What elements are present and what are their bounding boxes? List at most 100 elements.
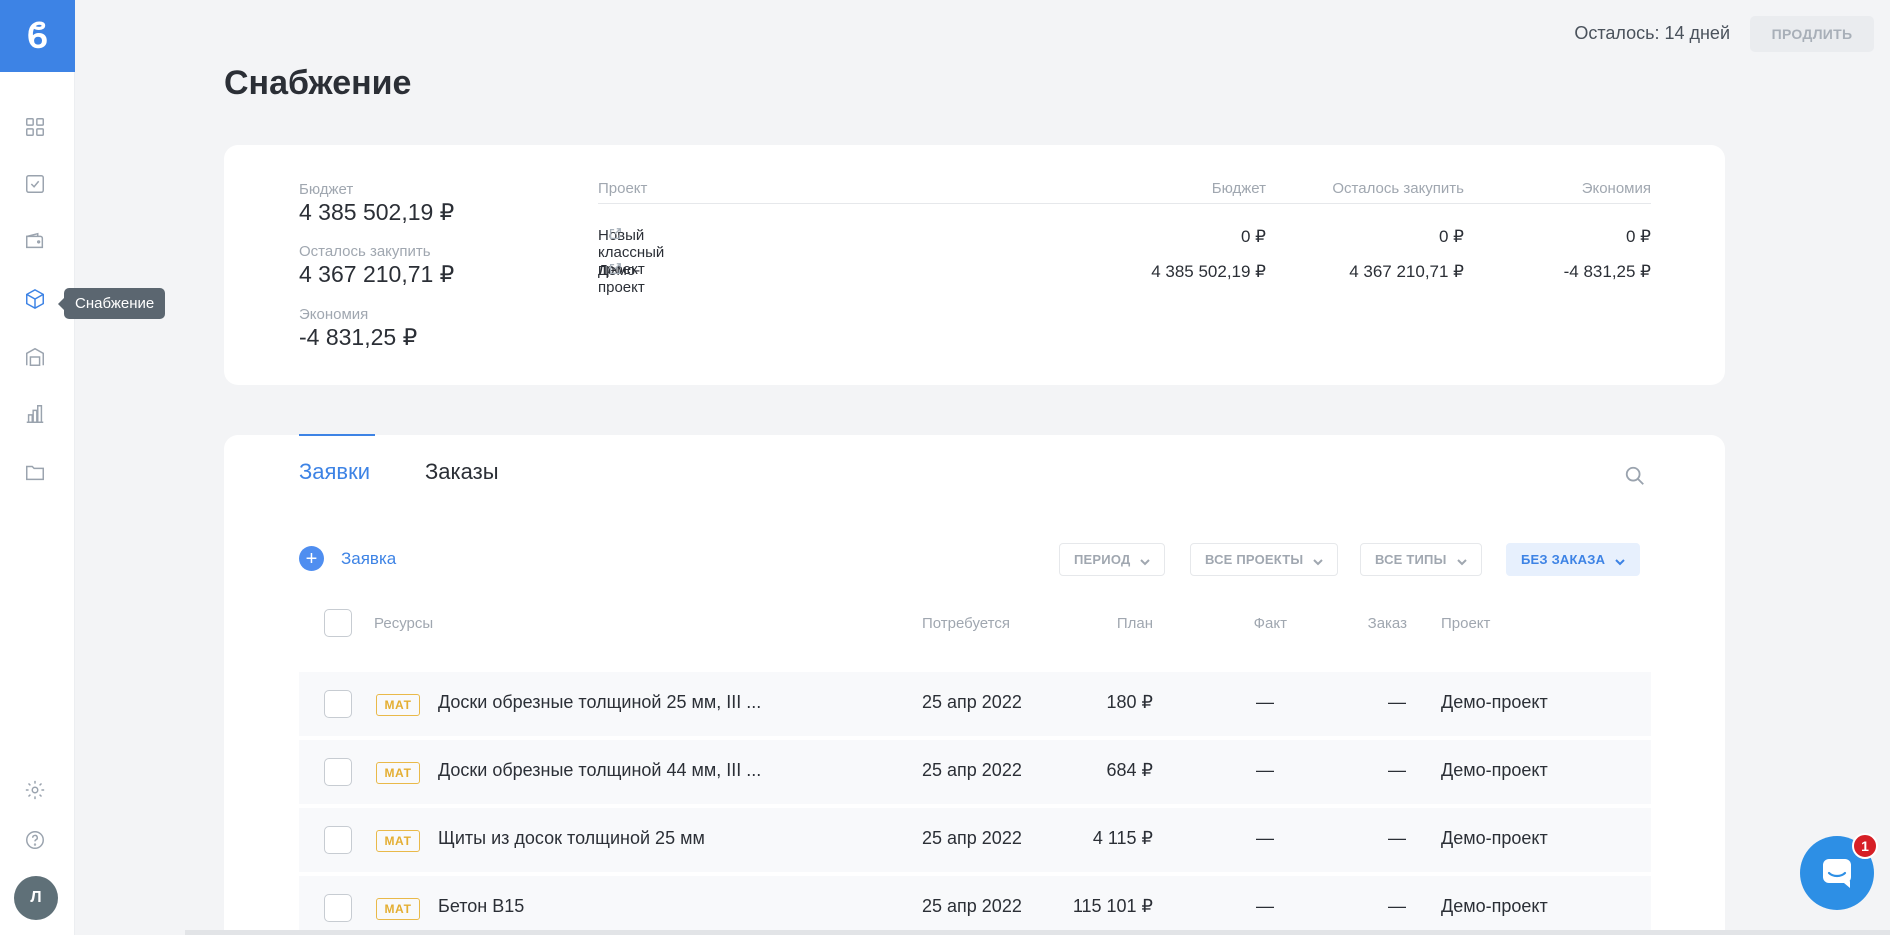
material-type-badge: МАТ <box>376 694 420 716</box>
required-date: 25 апр 2022 <box>922 896 1022 916</box>
col-project: Проект <box>598 180 648 197</box>
trial-days-left: Осталось: 14 дней <box>1574 23 1730 43</box>
projects-filter[interactable]: ВСЕ ПРОЕКТЫ <box>1190 543 1339 576</box>
savings-value: -4 831,25 ₽ <box>299 324 418 350</box>
reports-chart-icon[interactable] <box>23 402 47 426</box>
plus-icon: + <box>299 546 324 571</box>
help-question-icon[interactable] <box>23 828 47 852</box>
col-resources: Ресурсы <box>374 615 434 632</box>
material-type-badge: МАТ <box>376 830 420 852</box>
plan-value: 684 ₽ <box>1106 760 1154 780</box>
projects-table-header: Проект Бюджет Осталось закупить Экономия <box>598 180 1651 204</box>
table-row[interactable]: МАТ Щиты из досок толщиной 25 мм 25 апр … <box>299 808 1651 872</box>
remaining-value: 4 367 210,71 ₽ <box>299 261 455 287</box>
row-checkbox[interactable] <box>324 826 352 854</box>
fact-value: — <box>1256 828 1274 848</box>
summary-card: Бюджет 4 385 502,19 ₽ Осталось закупить … <box>224 145 1725 385</box>
material-type-badge: МАТ <box>376 898 420 920</box>
project-savings: -4 831,25 ₽ <box>1563 262 1651 281</box>
period-filter[interactable]: ПЕРИОД <box>1059 543 1166 576</box>
table-row[interactable]: МАТ Доски обрезные толщиной 44 мм, III .… <box>299 740 1651 804</box>
plan-value: 4 115 ₽ <box>1092 828 1153 848</box>
types-filter[interactable]: ВСЕ ТИПЫ <box>1360 543 1482 576</box>
col-required: Потребуется <box>922 615 1010 632</box>
add-request-button[interactable]: + Заявка <box>299 546 396 571</box>
col-order: Заказ <box>1367 615 1407 632</box>
material-type-badge: МАТ <box>376 762 420 784</box>
project-savings: 0 ₽ <box>1626 227 1651 246</box>
project-remaining: 4 367 210,71 ₽ <box>1349 262 1464 281</box>
table-row[interactable]: МАТ Бетон В15 25 апр 2022 115 101 ₽ — — … <box>299 876 1651 935</box>
resource-name[interactable]: Доски обрезные толщиной 44 мм, III ... <box>438 760 761 781</box>
external-link-icon[interactable] <box>608 227 622 241</box>
chevron-down-icon <box>1313 555 1324 565</box>
project-budget: 4 385 502,19 ₽ <box>1151 262 1266 281</box>
chevron-down-icon <box>1615 555 1625 565</box>
required-date: 25 апр 2022 <box>922 692 1022 712</box>
fact-value: — <box>1256 896 1274 916</box>
resource-name[interactable]: Щиты из досок толщиной 25 мм <box>438 828 705 849</box>
period-filter-label: ПЕРИОД <box>1074 552 1131 567</box>
required-date: 25 апр 2022 <box>922 828 1022 848</box>
remaining-label: Осталось закупить <box>299 243 431 260</box>
chevron-down-icon <box>1456 555 1467 565</box>
requests-card: Заявки Заказы + Заявка ПЕРИОД ВСЕ ПРОЕКТ… <box>224 434 1725 935</box>
unread-count-badge: 1 <box>1852 833 1878 859</box>
budget-label: Бюджет <box>299 181 354 198</box>
add-request-label: Заявка <box>341 548 397 568</box>
col-fact: Факт <box>1253 615 1287 632</box>
sidebar-tooltip: Снабжение <box>57 288 166 319</box>
order-filter[interactable]: БЕЗ ЗАКАЗА <box>1506 543 1641 576</box>
col-plan: План <box>1116 615 1153 632</box>
project-row: Новый классный проект 0 ₽ 0 ₽ 0 ₽ <box>598 227 1651 278</box>
project-value: Демо-проект <box>1441 896 1548 916</box>
folder-icon[interactable] <box>23 460 47 484</box>
dashboard-grid-icon[interactable] <box>23 115 47 139</box>
chevron-down-icon <box>1140 555 1151 565</box>
tab-orders[interactable]: Заказы <box>425 459 499 485</box>
row-checkbox[interactable] <box>324 894 352 922</box>
project-value: Демо-проект <box>1441 828 1548 848</box>
tasks-checkbox-icon[interactable] <box>23 172 47 196</box>
project-value: Демо-проект <box>1441 692 1548 712</box>
col-remaining: Осталось закупить <box>1332 180 1464 197</box>
budget-value: 4 385 502,19 ₽ <box>299 199 455 225</box>
resource-name[interactable]: Доски обрезные толщиной 25 мм, III ... <box>438 692 761 713</box>
settings-gear-icon[interactable] <box>23 778 47 802</box>
order-value: — <box>1388 828 1406 848</box>
horizontal-scrollbar[interactable] <box>185 930 1890 935</box>
warehouse-icon[interactable] <box>23 345 47 369</box>
plan-value: 180 ₽ <box>1106 692 1154 712</box>
order-filter-label: БЕЗ ЗАКАЗА <box>1521 552 1606 567</box>
resource-name[interactable]: Бетон В15 <box>438 896 524 917</box>
active-tab-indicator <box>299 434 375 436</box>
search-icon[interactable] <box>1624 465 1648 489</box>
extend-button[interactable]: ПРОДЛИТЬ <box>1750 16 1874 52</box>
required-date: 25 апр 2022 <box>922 760 1022 780</box>
table-row[interactable]: МАТ Доски обрезные толщиной 25 мм, III .… <box>299 672 1651 736</box>
types-filter-label: ВСЕ ТИПЫ <box>1375 552 1447 567</box>
app-logo[interactable]: ϐ <box>0 0 75 72</box>
project-remaining: 0 ₽ <box>1439 227 1464 246</box>
plan-value: 115 101 ₽ <box>1072 896 1153 916</box>
fact-value: — <box>1256 692 1274 712</box>
order-value: — <box>1388 692 1406 712</box>
row-checkbox[interactable] <box>324 758 352 786</box>
select-all-checkbox[interactable] <box>324 609 352 637</box>
requests-table-header: Ресурсы Потребуется План Факт Заказ Прое… <box>299 609 1651 637</box>
user-avatar[interactable]: Л <box>14 876 58 920</box>
sidebar: ϐ Снабжение Л <box>0 0 166 935</box>
row-checkbox[interactable] <box>324 690 352 718</box>
project-row: Демо-проект 4 385 502,19 ₽ 4 367 210,71 … <box>598 262 1651 296</box>
order-value: — <box>1388 760 1406 780</box>
col-budget: Бюджет <box>1211 180 1266 197</box>
project-budget: 0 ₽ <box>1241 227 1266 246</box>
wallet-icon[interactable] <box>23 229 47 253</box>
project-value: Демо-проект <box>1441 760 1548 780</box>
external-link-icon[interactable] <box>608 262 622 276</box>
tab-requests[interactable]: Заявки <box>299 459 370 485</box>
order-value: — <box>1388 896 1406 916</box>
chat-bubble-icon <box>1823 859 1851 888</box>
supply-box-icon[interactable] <box>23 287 47 311</box>
projects-filter-label: ВСЕ ПРОЕКТЫ <box>1205 552 1304 567</box>
